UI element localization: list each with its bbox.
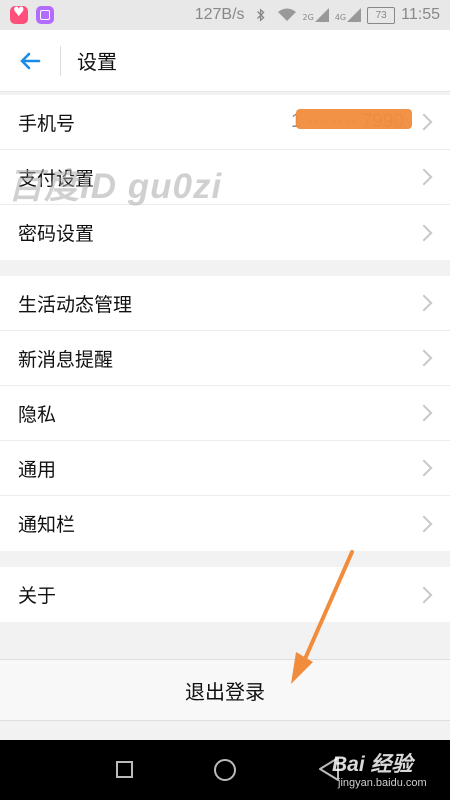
- notification-app-icon: [10, 5, 28, 24]
- signal-4g-icon: 4G: [334, 8, 362, 22]
- settings-item-notifications[interactable]: 新消息提醒: [0, 331, 450, 386]
- app-header: 设置: [0, 30, 450, 92]
- settings-item-label: 新消息提醒: [18, 348, 114, 371]
- chevron-right-icon: [415, 459, 433, 477]
- settings-group-account: 手机号 1 ··· ···· 7990 支付设置 密码设置: [0, 95, 450, 260]
- settings-item-phone[interactable]: 手机号 1 ··· ···· 7990: [0, 95, 450, 150]
- status-bar: 127B/s 2G 4G 73 11:55: [0, 0, 450, 30]
- wifi-icon: [277, 8, 296, 21]
- chevron-right-icon: [415, 113, 433, 131]
- baidu-jingyan-url: jingyan.baidu.com: [338, 777, 427, 789]
- settings-group-general: 生活动态管理 新消息提醒 隐私 通用 通知栏: [0, 276, 450, 551]
- baidu-jingyan-logo: Bai 经验: [332, 753, 413, 776]
- chevron-right-icon: [415, 586, 433, 603]
- settings-item-payment[interactable]: 支付设置: [0, 150, 450, 205]
- header-divider: [60, 45, 61, 76]
- chevron-right-icon: [415, 349, 433, 367]
- chevron-right-icon: [415, 404, 433, 422]
- arrow-left-icon: [20, 52, 41, 69]
- settings-item-label: 生活动态管理: [18, 293, 133, 316]
- notification-gallery-icon: [36, 6, 54, 24]
- chevron-right-icon: [415, 515, 433, 532]
- settings-item-label: 支付设置: [18, 167, 95, 190]
- bluetooth-icon: [256, 8, 265, 22]
- settings-item-label: 通用: [18, 458, 57, 481]
- battery-icon: 73: [367, 6, 396, 24]
- settings-item-password[interactable]: 密码设置: [0, 205, 450, 260]
- redaction-mark: [296, 109, 412, 129]
- settings-item-privacy[interactable]: 隐私: [0, 386, 450, 441]
- network-speed: 127B/s: [194, 6, 245, 23]
- chevron-right-icon: [415, 168, 433, 186]
- back-button[interactable]: [0, 30, 60, 91]
- signal-2g-icon: 2G: [303, 8, 329, 22]
- settings-item-about[interactable]: 关于: [0, 567, 450, 622]
- logout-button[interactable]: 退出登录: [0, 659, 450, 721]
- chevron-right-icon: [415, 224, 433, 241]
- settings-group-about: 关于: [0, 567, 450, 622]
- clock: 11:55: [401, 6, 440, 23]
- settings-item-general[interactable]: 通用: [0, 441, 450, 496]
- settings-item-life-feed[interactable]: 生活动态管理: [0, 276, 450, 331]
- chevron-right-icon: [415, 294, 433, 312]
- page-title: 设置: [77, 50, 117, 74]
- home-icon[interactable]: [214, 759, 236, 781]
- settings-item-label: 手机号: [18, 112, 76, 135]
- settings-item-label: 关于: [18, 585, 57, 607]
- recent-apps-icon[interactable]: [116, 761, 133, 778]
- signal-2g-label: 2G: [302, 13, 314, 22]
- signal-4g-label: 4G: [334, 13, 347, 22]
- settings-item-label: 通知栏: [18, 514, 76, 536]
- settings-item-label: 密码设置: [18, 223, 95, 245]
- settings-item-label: 隐私: [18, 403, 57, 426]
- settings-item-notification-bar[interactable]: 通知栏: [0, 496, 450, 551]
